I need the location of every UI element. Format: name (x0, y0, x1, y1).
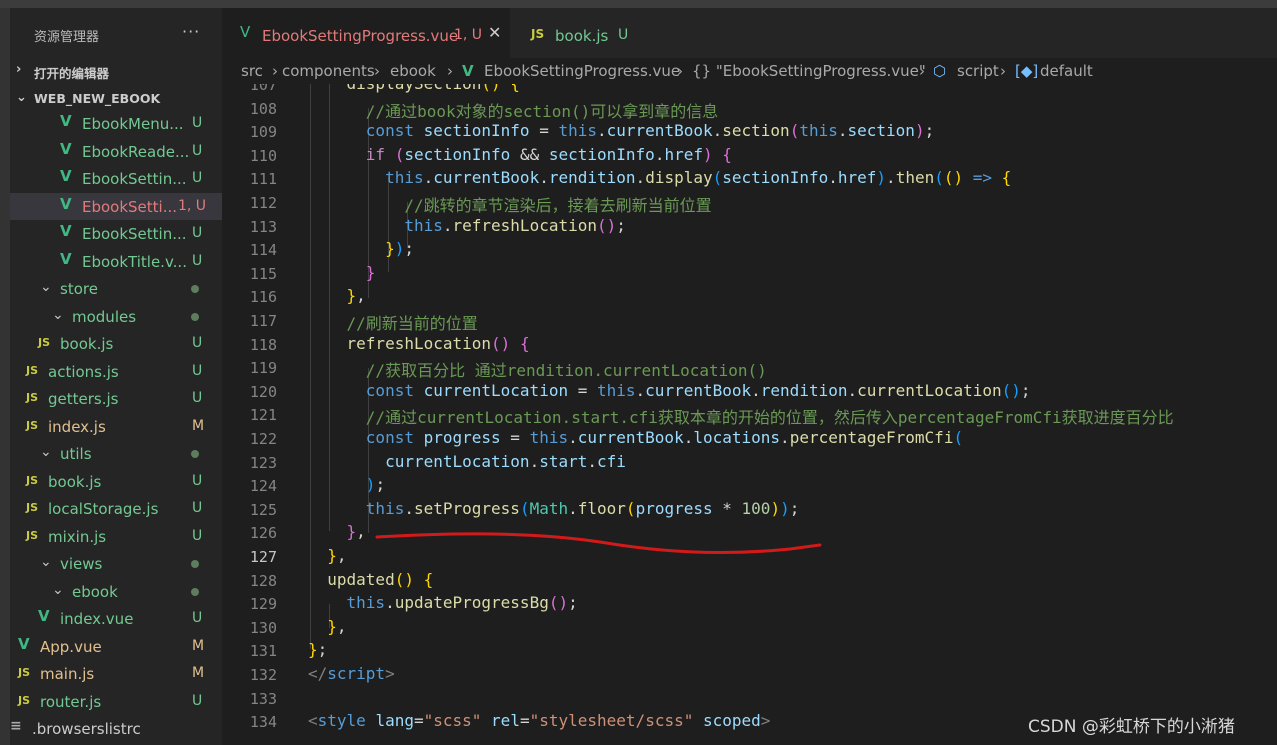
csdn-watermark: CSDN @彩虹桥下的小淅猪 (1028, 717, 1235, 737)
red-underline-annotation (375, 532, 822, 555)
